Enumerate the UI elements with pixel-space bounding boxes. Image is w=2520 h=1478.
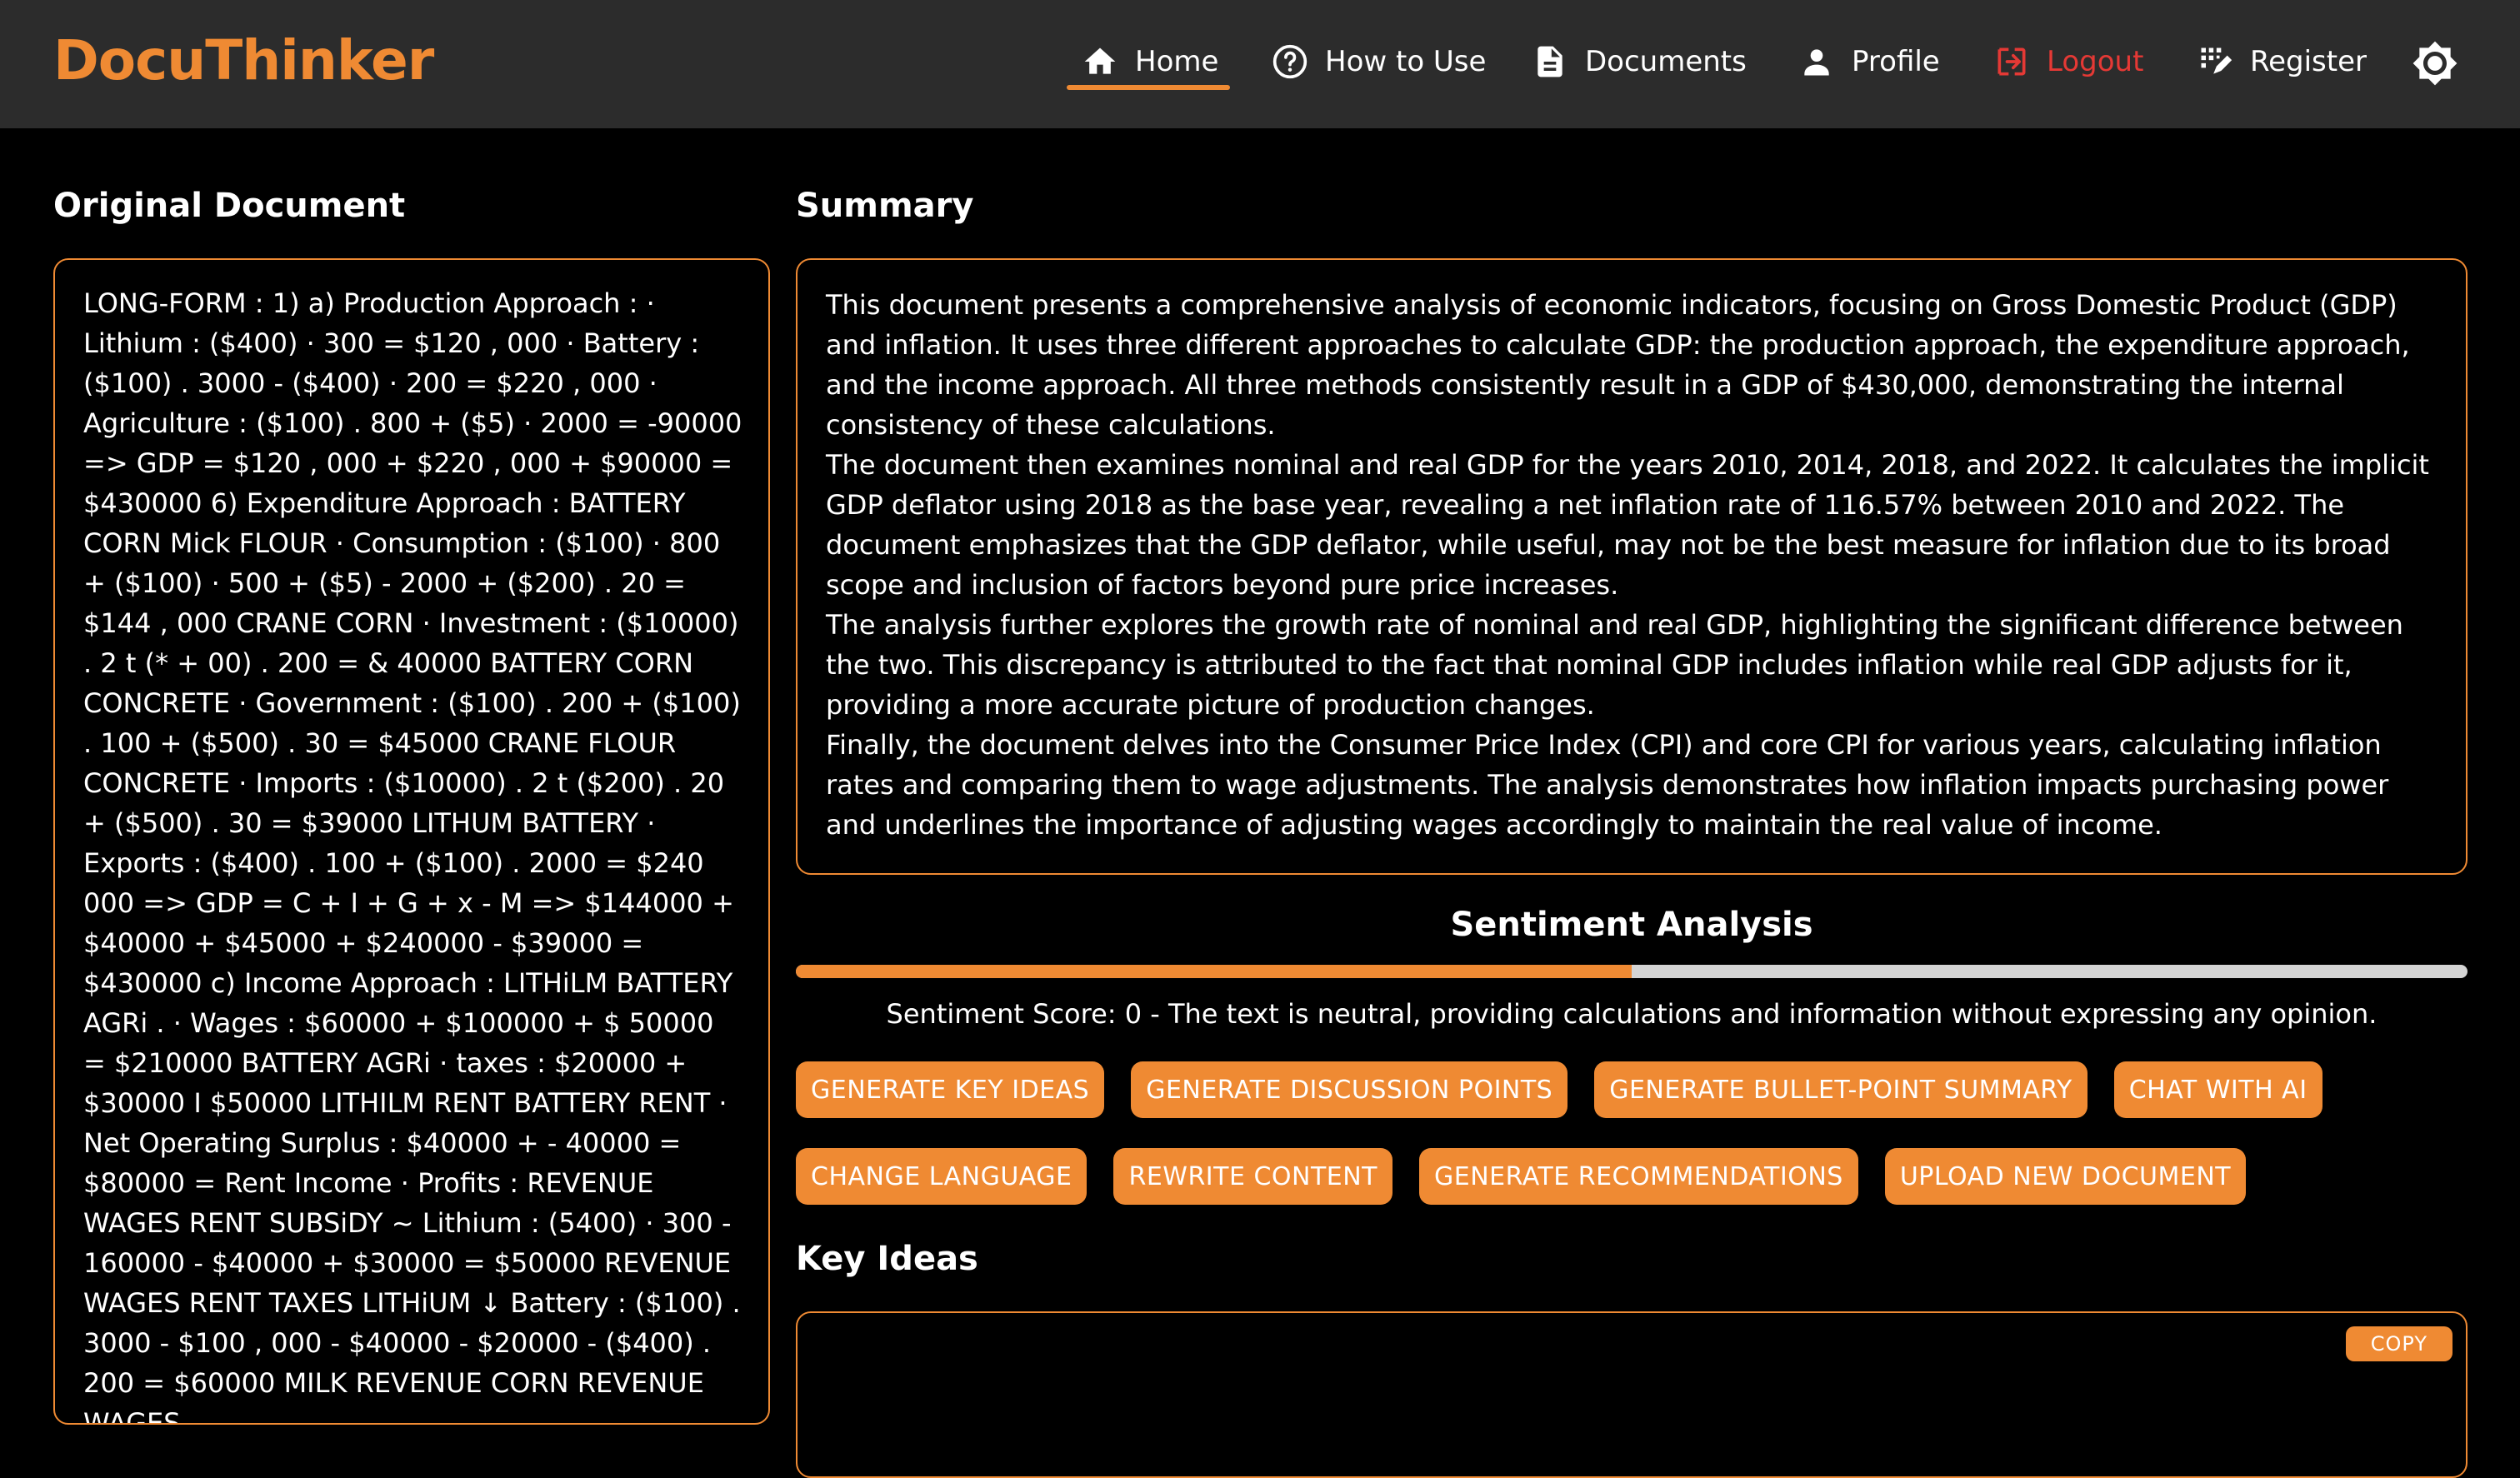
help-circle-icon [1272,44,1308,79]
original-document-title: Original Document [53,187,406,225]
original-document-text: LONG-FORM : 1) a) Production Approach : … [83,287,742,1425]
nav-register-label: Register [2250,45,2367,78]
rewrite-content-button[interactable]: REWRITE CONTENT [1113,1148,1393,1205]
nav-profile[interactable]: Profile [1798,37,1940,87]
change-language-button[interactable]: CHANGE LANGUAGE [796,1148,1088,1205]
nav-register[interactable]: Register [2197,37,2367,87]
chat-with-ai-button[interactable]: CHAT WITH AI [2113,1061,2322,1118]
nav-logout[interactable]: Logout [1993,37,2143,87]
original-document-panel[interactable]: LONG-FORM : 1) a) Production Approach : … [53,258,770,1425]
register-icon [2201,47,2232,74]
summary-paragraph: Finally, the document delves into the Co… [826,729,2389,841]
active-tab-indicator [1067,85,1230,90]
sentiment-bar [796,965,2468,978]
key-ideas-title: Key Ideas [796,1240,978,1278]
sentiment-analysis-title: Sentiment Analysis [1450,906,1813,944]
home-icon [1084,47,1116,74]
nav-profile-label: Profile [1852,45,1940,78]
nav-documents-label: Documents [1585,45,1747,78]
document-icon [1538,46,1562,77]
top-app-bar: DocuThinker Home How to Use Documents Pr… [0,0,2520,128]
summary-panel: This document presents a comprehensive a… [796,258,2468,875]
generate-discussion-points-button[interactable]: GENERATE DISCUSSION POINTS [1131,1061,1568,1118]
brightness-icon[interactable] [2412,40,2458,87]
nav-documents[interactable]: Documents [1532,37,1747,87]
nav-how-to-use-label: How to Use [1325,45,1487,78]
nav-logout-label: Logout [2047,45,2144,78]
summary-title: Summary [796,187,974,225]
nav-home[interactable]: Home [1082,37,1218,87]
nav-home-label: Home [1135,45,1219,78]
generate-key-ideas-button[interactable]: GENERATE KEY IDEAS [796,1061,1105,1118]
summary-paragraph: The document then examines nominal and r… [826,449,2429,601]
sentiment-score-text: Sentiment Score: 0 - The text is neutral… [886,998,2378,1030]
nav-how-to-use[interactable]: How to Use [1272,37,1486,87]
summary-paragraph: This document presents a comprehensive a… [826,289,2410,441]
copy-button[interactable]: COPY [2345,1326,2452,1361]
sentiment-bar-fill [796,965,1632,978]
generate-recommendations-button[interactable]: GENERATE RECOMMENDATIONS [1419,1148,1858,1205]
brand-logo[interactable]: DocuThinker [53,28,434,93]
person-icon [1804,49,1829,76]
key-ideas-panel: COPY [796,1311,2468,1478]
generate-bullet-summary-button[interactable]: GENERATE BULLET-POINT SUMMARY [1594,1061,2088,1118]
upload-new-document-button[interactable]: UPLOAD NEW DOCUMENT [1884,1148,2247,1205]
action-buttons: GENERATE KEY IDEAS GENERATE DISCUSSION P… [796,1061,2468,1205]
logout-icon [1998,47,2026,76]
summary-paragraph: The analysis further explores the growth… [826,609,2403,721]
